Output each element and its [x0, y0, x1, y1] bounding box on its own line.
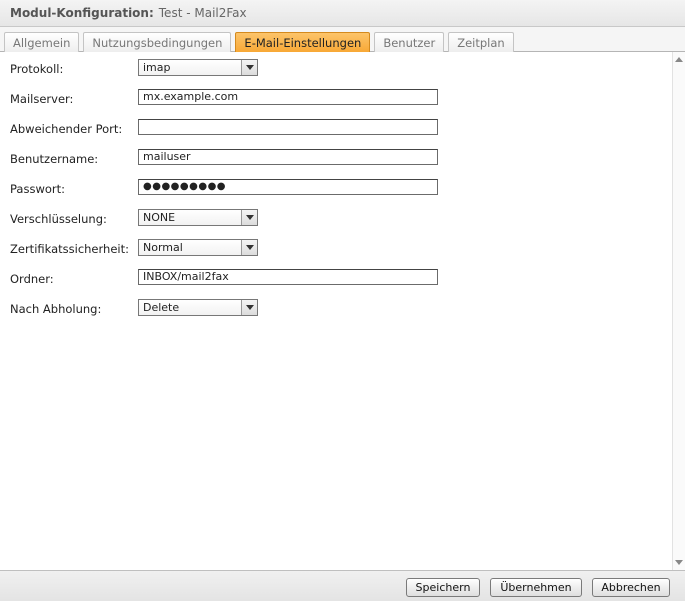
- save-button[interactable]: Speichern: [406, 578, 480, 597]
- chevron-down-icon[interactable]: [241, 300, 257, 315]
- protokoll-value: imap: [143, 61, 171, 74]
- ordner-row: Ordner: INBOX/mail2fax: [10, 269, 650, 287]
- zertifikat-select[interactable]: Normal: [138, 239, 258, 256]
- scroll-down-icon[interactable]: [675, 560, 683, 565]
- passwort-input[interactable]: ●●●●●●●●●: [138, 179, 438, 195]
- passwort-label: Passwort:: [10, 182, 66, 196]
- apply-button[interactable]: Übernehmen: [490, 578, 582, 597]
- tab-email-einstellungen[interactable]: E-Mail-Einstellungen: [235, 32, 371, 53]
- ordner-input[interactable]: INBOX/mail2fax: [138, 269, 438, 285]
- settings-form: Protokoll: imap Mailserver: mx.example.c…: [0, 52, 672, 570]
- verschluesselung-row: Verschlüsselung: NONE: [10, 209, 650, 227]
- verschluesselung-select[interactable]: NONE: [138, 209, 258, 226]
- tab-zeitplan[interactable]: Zeitplan: [448, 32, 514, 52]
- tab-benutzer[interactable]: Benutzer: [374, 32, 445, 52]
- benutzername-label: Benutzername:: [10, 152, 99, 166]
- tab-nutzungsbedingungen[interactable]: Nutzungsbedingungen: [83, 32, 232, 52]
- ordner-label: Ordner:: [10, 272, 54, 286]
- zertifikat-label: Zertifikatssicherheit:: [10, 242, 129, 256]
- port-row: Abweichender Port:: [10, 119, 650, 137]
- protokoll-row: Protokoll: imap: [10, 59, 650, 77]
- chevron-down-icon[interactable]: [241, 60, 257, 75]
- abholung-label: Nach Abholung:: [10, 302, 102, 316]
- mailserver-label: Mailserver:: [10, 92, 74, 106]
- tab-allgemein[interactable]: Allgemein: [4, 32, 80, 52]
- window-subtitle: Test - Mail2Fax: [158, 6, 247, 20]
- protokoll-label: Protokoll:: [10, 62, 64, 76]
- passwort-row: Passwort: ●●●●●●●●●: [10, 179, 650, 197]
- window-titlebar: Modul-Konfiguration: Test - Mail2Fax: [0, 0, 685, 27]
- zertifikat-value: Normal: [143, 241, 183, 254]
- port-label: Abweichender Port:: [10, 122, 123, 136]
- window-title: Modul-Konfiguration:: [10, 6, 154, 20]
- chevron-down-icon[interactable]: [241, 210, 257, 225]
- protokoll-select[interactable]: imap: [138, 59, 258, 76]
- mailserver-row: Mailserver: mx.example.com: [10, 89, 650, 107]
- abholung-select[interactable]: Delete: [138, 299, 258, 316]
- dialog-footer: Speichern Übernehmen Abbrechen: [0, 570, 685, 601]
- verschluesselung-label: Verschlüsselung:: [10, 212, 107, 226]
- benutzername-row: Benutzername: mailuser: [10, 149, 650, 167]
- abholung-value: Delete: [143, 301, 180, 314]
- port-input[interactable]: [138, 119, 438, 135]
- benutzername-input[interactable]: mailuser: [138, 149, 438, 165]
- tab-bar: Allgemein Nutzungsbedingungen E-Mail-Ein…: [0, 27, 685, 53]
- scroll-up-icon[interactable]: [675, 57, 683, 62]
- chevron-down-icon[interactable]: [241, 240, 257, 255]
- zertifikat-row: Zertifikatssicherheit: Normal: [10, 239, 650, 257]
- cancel-button[interactable]: Abbrechen: [592, 578, 670, 597]
- vertical-scrollbar[interactable]: [672, 52, 685, 570]
- mailserver-input[interactable]: mx.example.com: [138, 89, 438, 105]
- abholung-row: Nach Abholung: Delete: [10, 299, 650, 317]
- verschluesselung-value: NONE: [143, 211, 176, 224]
